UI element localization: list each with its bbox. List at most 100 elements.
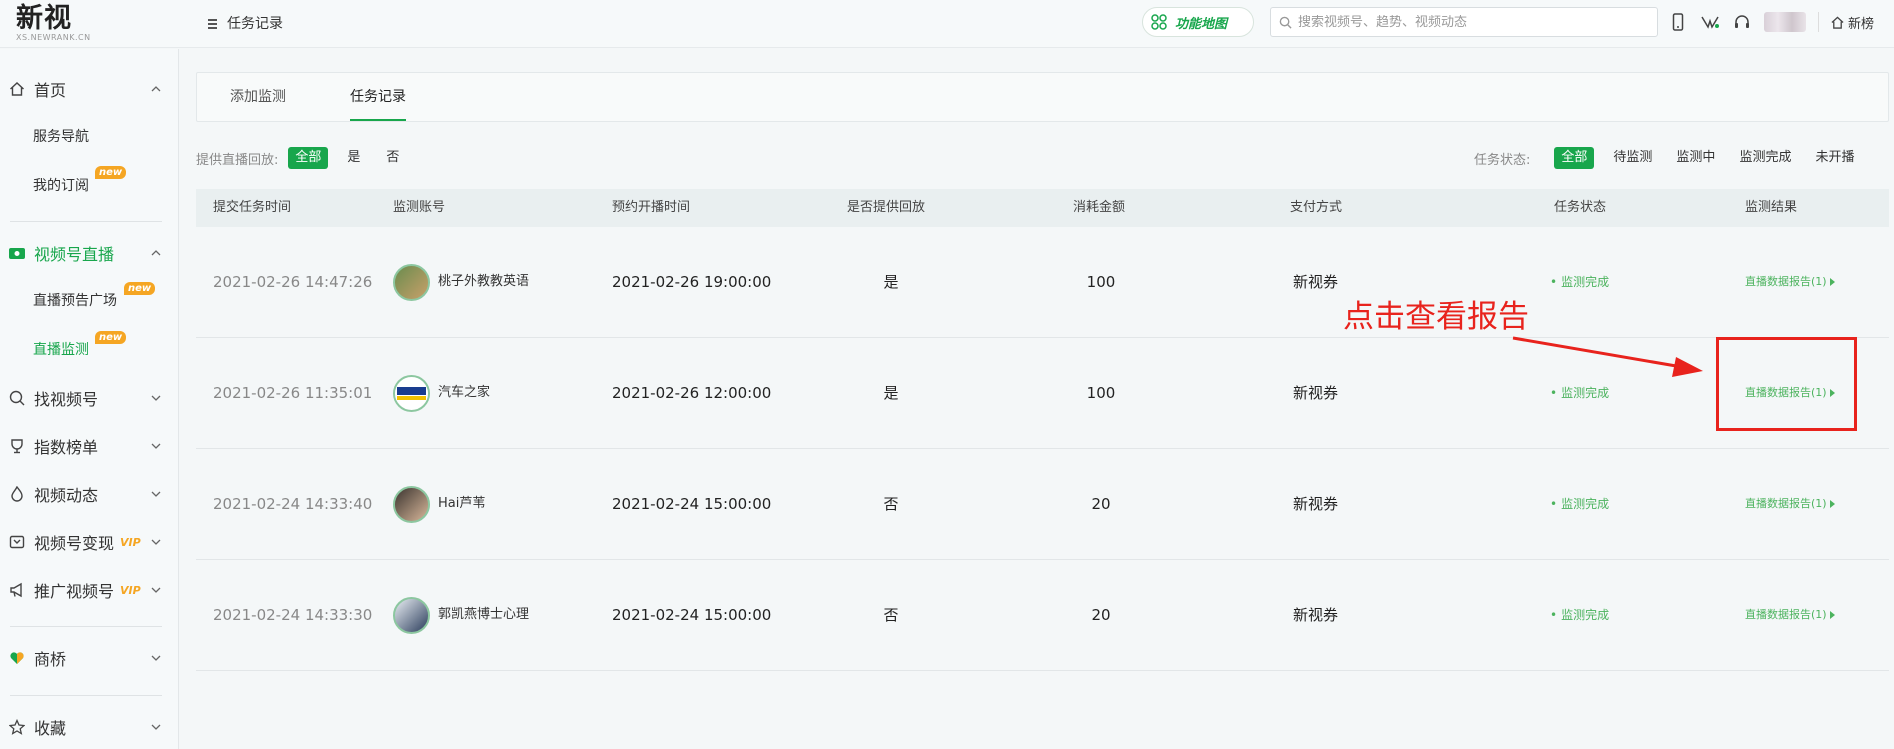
search-box[interactable] <box>1270 7 1658 37</box>
account-cell[interactable]: Hai芦苇 <box>393 449 485 559</box>
report-link[interactable]: 直播数据报告(1) <box>1745 227 1835 337</box>
logo[interactable]: 新视 XS.NEWRANK.CN <box>16 4 166 44</box>
search-input[interactable] <box>1298 14 1648 30</box>
megaphone-icon <box>8 581 26 599</box>
sidebar-item-favorites[interactable]: 收藏 <box>0 714 163 740</box>
account-cell[interactable]: 郭凯燕博士心理 <box>393 560 529 670</box>
table-header: 提交任务时间 监测账号 预约开播时间 是否提供回放 消耗金额 支付方式 任务状态… <box>196 189 1889 227</box>
function-map-label: 功能地图 <box>1175 16 1228 32</box>
replay-value: 是 <box>883 384 899 402</box>
chevron-down-icon <box>149 391 163 405</box>
status-filter-done[interactable]: 监测完成 <box>1732 147 1798 169</box>
sidebar-item-shangqiao[interactable]: 商桥 <box>0 645 163 671</box>
sidebar-subitem-my-subscription[interactable]: 我的订阅 <box>33 175 89 197</box>
new-badge: new <box>124 282 156 295</box>
chevron-down-icon <box>149 583 163 597</box>
sidebar-item-label: 推广视频号 <box>34 582 115 601</box>
sidebar-item-index-rank[interactable]: 指数榜单 <box>0 433 163 459</box>
mobile-icon[interactable] <box>1668 12 1688 32</box>
replay-filter-yes[interactable]: 是 <box>340 147 367 169</box>
sidebar-subitem-live-preview[interactable]: 直播预告广场 <box>33 290 117 312</box>
replay-filter: 提供直播回放: 全部 是 否 <box>196 146 418 170</box>
sidebar-item-monetize[interactable]: 视频号变现 VIP <box>0 529 163 555</box>
sidebar-subitem-service-nav[interactable]: 服务导航 <box>33 126 89 148</box>
account-name: 桃子外教教英语 <box>438 274 530 289</box>
column-header: 支付方式 <box>1290 200 1343 215</box>
top-icon-group: 新榜 <box>1668 10 1874 34</box>
account-avatar <box>393 263 430 301</box>
xinbang-label: 新榜 <box>1848 16 1875 32</box>
report-link-label: 直播数据报告(1) <box>1745 275 1827 288</box>
status-filter-monitoring[interactable]: 监测中 <box>1669 147 1722 169</box>
submit-time: 2021-02-26 14:47:26 <box>213 273 373 291</box>
amount-value: 100 <box>1086 273 1116 291</box>
column-header: 监测账号 <box>393 200 446 215</box>
caret-right-icon <box>1829 611 1835 619</box>
column-header: 消耗金额 <box>1073 200 1126 215</box>
divider <box>10 221 162 222</box>
vip-badge: VIP <box>120 583 141 597</box>
user-avatar[interactable] <box>1764 12 1806 32</box>
menu-collapse-icon[interactable] <box>205 17 217 29</box>
account-avatar <box>393 596 430 634</box>
report-link-label: 直播数据报告(1) <box>1745 608 1827 621</box>
table-row: 2021-02-26 11:35:01 汽车之家 2021-02-26 12:0… <box>196 338 1889 449</box>
new-badge: new <box>95 166 127 179</box>
table-row: 2021-02-26 14:47:26 桃子外教教英语 2021-02-26 1… <box>196 227 1889 338</box>
scheduled-time: 2021-02-24 15:00:00 <box>612 495 772 513</box>
account-cell[interactable]: 汽车之家 <box>393 338 490 448</box>
report-link[interactable]: 直播数据报告(1) <box>1745 560 1835 670</box>
amount-value: 20 <box>1091 606 1111 624</box>
logo-text: 新视 <box>16 3 72 34</box>
amount-value: 20 <box>1091 495 1111 513</box>
sidebar-item-label: 商桥 <box>34 650 67 669</box>
grid-icon <box>1151 14 1167 30</box>
sidebar-item-live[interactable]: 视频号直播 <box>0 240 163 266</box>
status-filter-all[interactable]: 全部 <box>1554 147 1595 169</box>
payment-method: 新视券 <box>1293 606 1339 624</box>
chevron-down-icon <box>149 487 163 501</box>
star-icon <box>8 718 26 736</box>
status-badge: 监测完成 <box>1550 227 1609 337</box>
sidebar-item-label: 收藏 <box>34 719 67 738</box>
column-header: 是否提供回放 <box>847 200 926 215</box>
caret-right-icon <box>1829 278 1835 286</box>
live-camera-icon <box>8 244 26 262</box>
sidebar-item-home[interactable]: 首页 <box>0 76 163 102</box>
sidebar-item-label: 视频号直播 <box>34 245 115 264</box>
report-link[interactable]: 直播数据报告(1) <box>1745 449 1835 559</box>
sidebar-item-find-channel[interactable]: 找视频号 <box>0 385 163 411</box>
function-map-button[interactable]: 功能地图 <box>1142 7 1254 37</box>
tab-add-monitor[interactable]: 添加监测 <box>230 73 286 121</box>
headset-icon[interactable] <box>1732 12 1752 32</box>
payment-method: 新视券 <box>1293 273 1339 291</box>
status-filter: 任务状态: 全部 待监测 监测中 监测完成 未开播 <box>1474 146 1861 170</box>
sidebar-item-promote[interactable]: 推广视频号 VIP <box>0 577 163 603</box>
status-filter-not-started[interactable]: 未开播 <box>1808 147 1861 169</box>
table-row: 2021-02-24 14:33:30 郭凯燕博士心理 2021-02-24 1… <box>196 560 1889 671</box>
account-name: Hai芦苇 <box>438 496 486 511</box>
replay-filter-no[interactable]: 否 <box>379 147 406 169</box>
tab-task-record[interactable]: 任务记录 <box>350 73 406 121</box>
page-title: 任务记录 <box>227 16 283 32</box>
account-name: 郭凯燕博士心理 <box>438 607 530 622</box>
status-filter-pending[interactable]: 待监测 <box>1606 147 1659 169</box>
scheduled-time: 2021-02-24 15:00:00 <box>612 606 772 624</box>
column-header: 预约开播时间 <box>612 200 691 215</box>
submit-time: 2021-02-26 11:35:01 <box>213 384 373 402</box>
task-table: 提交任务时间 监测账号 预约开播时间 是否提供回放 消耗金额 支付方式 任务状态… <box>196 189 1889 671</box>
sidebar: 首页 服务导航 我的订阅 new 视频号直播 直播预告广场 new 直播监测 n… <box>0 49 179 749</box>
sidebar-item-label: 指数榜单 <box>34 438 99 457</box>
sidebar-subitem-live-monitor[interactable]: 直播监测 <box>33 339 89 361</box>
plugin-icon[interactable] <box>1700 12 1720 32</box>
account-avatar <box>393 485 430 523</box>
submit-time: 2021-02-24 14:33:30 <box>213 606 373 624</box>
replay-filter-label: 提供直播回放: <box>196 152 279 168</box>
xinbang-link[interactable]: 新榜 <box>1831 13 1874 32</box>
account-cell[interactable]: 桃子外教教英语 <box>393 227 529 337</box>
account-name: 汽车之家 <box>438 385 491 400</box>
scheduled-time: 2021-02-26 19:00:00 <box>612 273 772 291</box>
sidebar-item-video-dynamic[interactable]: 视频动态 <box>0 481 163 507</box>
replay-filter-all[interactable]: 全部 <box>288 147 329 169</box>
chevron-down-icon <box>149 720 163 734</box>
